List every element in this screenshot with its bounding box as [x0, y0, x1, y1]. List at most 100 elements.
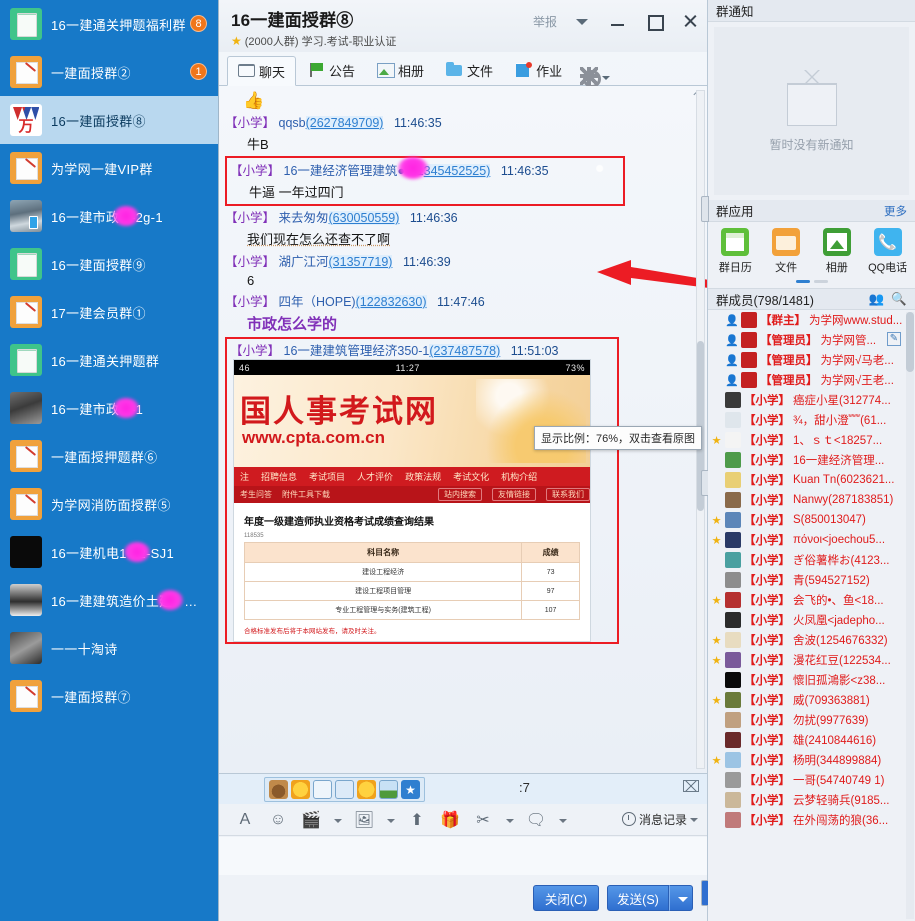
message-input[interactable] — [219, 837, 707, 875]
message-nickname[interactable]: qqsb — [279, 116, 306, 130]
pagination-dot-active[interactable] — [795, 280, 810, 283]
message-list[interactable]: ⌃ 👍 【小学】 qqsb(2627849709) 11:46:35 牛B 【小… — [219, 86, 707, 773]
picture-icon[interactable] — [379, 780, 398, 799]
edit-icon[interactable]: ✎ — [887, 332, 901, 346]
star-icon[interactable]: ★ — [711, 694, 722, 707]
sticker-icon[interactable]: 🎬 — [301, 810, 321, 830]
tab-album[interactable]: 相册 — [367, 55, 434, 85]
sidebar-item-8[interactable]: 16一建市政 -1 — [0, 384, 218, 432]
sidebar-item-3[interactable]: 为学网一建VIP群 — [0, 144, 218, 192]
window-controls[interactable]: 举报 — [533, 12, 701, 31]
tab-chat[interactable]: 聊天 — [227, 56, 297, 86]
search-icon[interactable]: 🔍 — [891, 292, 907, 307]
upload-icon[interactable]: ⬆ — [407, 810, 427, 830]
send-button-bar[interactable]: 关闭(C) 发送(S) — [219, 875, 707, 921]
member-list-item[interactable]: ★ 【小学】 会飞的•、鱼<18... — [708, 590, 915, 610]
emoji-icon[interactable]: ☺ — [268, 810, 288, 830]
send-button[interactable]: 发送(S) — [607, 885, 669, 911]
star-icon[interactable]: ★ — [711, 514, 722, 527]
message-history-button[interactable]: 消息记录 — [621, 810, 698, 828]
mail-icon[interactable] — [683, 780, 699, 792]
sidebar-item-1[interactable]: 一建面授群② 1 — [0, 48, 218, 96]
sidebar-item-2[interactable]: 16一建面授群⑧ — [0, 96, 218, 144]
chevron-down-icon[interactable] — [334, 811, 342, 829]
tab-announcement[interactable]: 公告 — [298, 55, 365, 85]
member-list-item[interactable]: ★ 【小学】 威(709363881) — [708, 690, 915, 710]
member-list-item[interactable]: 【小学】 懷旧孤鴻影<z38... — [708, 670, 915, 690]
sidebar-item-14[interactable]: 一建面授群⑦ — [0, 672, 218, 720]
pagination-dot[interactable] — [813, 280, 828, 283]
sticker-icon[interactable] — [269, 780, 288, 799]
group-tabs[interactable]: 聊天 公告 相册 文件 作业 — [219, 52, 707, 88]
chevron-down-icon[interactable] — [387, 811, 395, 829]
star-icon[interactable]: ★ — [711, 594, 722, 607]
member-list[interactable]: 👤 【群主】 为学网www.stud... 👤 【管理员】 为学网管... 👤 【管理员】 为学… — [708, 310, 915, 921]
sidebar-item-12[interactable]: 16一建建筑造价土建 （层 — [0, 576, 218, 624]
sidebar-item-13[interactable]: 一一十淘诗 — [0, 624, 218, 672]
chevron-down-icon[interactable] — [506, 811, 514, 829]
message-qq-number[interactable]: (630050559) — [328, 211, 400, 225]
sidebar-item-6[interactable]: 17一建会员群① — [0, 288, 218, 336]
tab-homework[interactable]: 作业 — [505, 55, 572, 85]
member-list-item[interactable]: 【小学】 ¾，甜小澄﹌(61... — [708, 410, 915, 430]
favorite-icon[interactable] — [401, 780, 420, 799]
apps-more-link[interactable]: 更多 — [884, 203, 907, 219]
sidebar-item-9[interactable]: 一建面授押题群⑥ — [0, 432, 218, 480]
member-list-item[interactable]: 【小学】 青(594527152) — [708, 570, 915, 590]
emoji-add-icon[interactable] — [291, 780, 310, 799]
conversation-sidebar[interactable]: 16一建通关押题福利群8 一建面授群② 1 16一建面授群⑧ 为学网一建VIP群 16一建… — [0, 0, 218, 921]
message-nickname[interactable]: 四年（HOPE) — [279, 295, 356, 309]
member-list-item[interactable]: ★ 【小学】 1、ｓｔ<18257... — [708, 430, 915, 450]
chat-image-attachment[interactable]: 46 11:27 73% 国人事考试网 www.cpta.com.cn 注 招聘信… — [233, 359, 703, 642]
gift-icon[interactable]: 🎁 — [440, 810, 460, 830]
member-list-item[interactable]: 【小学】 雄(2410844616) — [708, 730, 915, 750]
message-qq-number[interactable]: (122832630) — [355, 295, 427, 309]
sidebar-item-4[interactable]: 16一建市政 -2g-1 — [0, 192, 218, 240]
member-list-item[interactable]: 【小学】 一哥(54740749 1) — [708, 770, 915, 790]
member-list-item[interactable]: 👤 【管理员】 为学网管... — [708, 330, 915, 350]
sidebar-item-5[interactable]: 16一建面授群⑨ — [0, 240, 218, 288]
shake-icon[interactable]: 🗨 — [526, 810, 546, 830]
message-nickname[interactable]: 16一建建筑管理经济350-1 — [284, 344, 430, 358]
sidebar-item-11[interactable]: 16一建机电1 2-SJ1 — [0, 528, 218, 576]
member-scrollbar-thumb[interactable] — [906, 312, 914, 372]
member-list-item[interactable]: 【小学】 癌症小星(312774... — [708, 390, 915, 410]
gear-icon[interactable] — [580, 67, 602, 88]
star-icon[interactable]: ★ — [711, 754, 722, 767]
app-album[interactable]: 相册 — [813, 228, 861, 275]
sidebar-item-0[interactable]: 16一建通关押题福利群 8 — [0, 0, 218, 48]
app-files[interactable]: 文件 — [762, 228, 810, 275]
chevron-down-icon[interactable] — [690, 810, 698, 828]
sidebar-item-10[interactable]: 为学网消防面授群⑤ — [0, 480, 218, 528]
send-options-chevron-down-icon[interactable] — [669, 885, 693, 911]
app-calendar[interactable]: 群日历 — [711, 228, 759, 275]
star-icon[interactable]: ★ — [711, 654, 722, 667]
member-list-item[interactable]: 【小学】 Kuan Tn(6023621... — [708, 470, 915, 490]
member-list-item[interactable]: ★ 【小学】 πόνοι<joechou5... — [708, 530, 915, 550]
member-list-item[interactable]: 【小学】 在外闯荡的狼(36... — [708, 810, 915, 830]
face-icon[interactable] — [357, 780, 376, 799]
maximize-icon[interactable] — [643, 12, 665, 31]
member-list-item[interactable]: 【小学】 16一建经济管理... — [708, 450, 915, 470]
message-nickname[interactable]: 来去匆匆 — [279, 211, 329, 225]
tab-files[interactable]: 文件 — [436, 55, 503, 85]
message-qq-number[interactable]: (2627849709) — [305, 116, 384, 130]
apps-pagination[interactable] — [708, 277, 915, 288]
image-icon[interactable]: 🖼 — [354, 810, 374, 830]
member-list-item[interactable]: 👤 【群主】 为学网www.stud... — [708, 310, 915, 330]
scissors-icon[interactable]: ✂ — [473, 810, 493, 830]
minimize-icon[interactable] — [607, 12, 629, 30]
message-nickname[interactable]: 湖广江河 — [279, 255, 329, 269]
chevron-down-icon[interactable] — [571, 12, 593, 30]
message-qq-number[interactable]: 345452525) — [423, 164, 491, 178]
member-list-item[interactable]: 【小学】 Nanwy(287183851) — [708, 490, 915, 510]
settings-chevron-down-icon[interactable] — [600, 69, 612, 85]
member-list-item[interactable]: 【小学】 勿扰(9977639) — [708, 710, 915, 730]
chevron-down-icon[interactable] — [559, 811, 567, 829]
save-icon[interactable] — [313, 780, 332, 799]
message-qq-number[interactable]: (237487578) — [429, 344, 501, 358]
message-qq-number[interactable]: (31357719) — [328, 255, 393, 269]
composer-toolbar[interactable]: A ☺ 🎬 🖼 ⬆ 🎁 ✂ 🗨 消息记录 — [219, 804, 707, 836]
member-list-item[interactable]: 👤 【管理员】 为学网√马老... — [708, 350, 915, 370]
member-list-item[interactable]: ★ 【小学】 漫花红豆(122534... — [708, 650, 915, 670]
